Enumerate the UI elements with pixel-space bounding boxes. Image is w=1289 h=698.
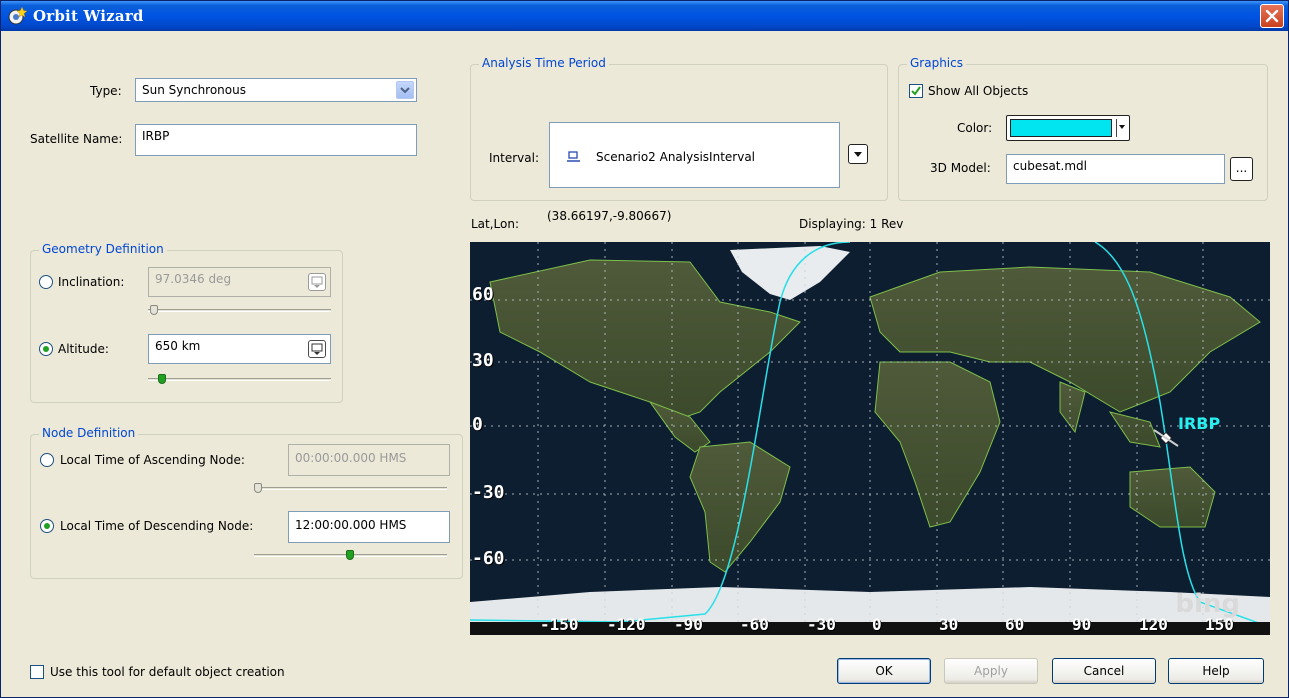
world-map (470, 242, 1270, 635)
type-label: Type: (90, 84, 122, 98)
lon-label-30: 30 (939, 615, 959, 634)
interval-icon (567, 151, 580, 162)
interval-label: Interval: (489, 151, 539, 165)
displaying-label: Displaying: 1 Rev (799, 217, 904, 231)
show-all-objects-checkbox[interactable] (909, 84, 923, 98)
lat-label-0: 0 (472, 414, 483, 435)
ascending-slider-track[interactable] (254, 487, 447, 490)
descending-node-radio[interactable] (40, 519, 54, 533)
apply-button[interactable]: Apply (944, 658, 1038, 684)
descending-node-value: 12:00:00.000 HMS (295, 518, 407, 532)
inclination-slider-thumb[interactable] (150, 305, 158, 315)
lon-label-minus150: -150 (540, 615, 579, 634)
altitude-slider-track[interactable] (148, 378, 331, 381)
inclination-input[interactable]: 97.0346 deg (148, 267, 331, 297)
geometry-definition-title: Geometry Definition (39, 242, 167, 256)
browse-model-button[interactable]: ... (1230, 157, 1253, 181)
color-dropdown-button[interactable] (1116, 119, 1127, 137)
altitude-value: 650 km (155, 339, 201, 353)
inclination-slider-track[interactable] (148, 309, 331, 312)
default-creation-checkbox[interactable] (30, 665, 44, 679)
3d-model-input[interactable]: cubesat.mdl (1006, 154, 1225, 184)
browse-button-label: ... (1235, 161, 1248, 175)
lat-label-minus30: -30 (472, 482, 505, 503)
cancel-button[interactable]: Cancel (1052, 658, 1156, 684)
color-label: Color: (957, 121, 993, 135)
descending-node-label: Local Time of Descending Node: (60, 519, 254, 533)
latlon-value: (38.66197,-9.80667) (547, 209, 672, 223)
checkmark-icon (911, 86, 921, 96)
ground-track-map[interactable]: 60 30 0 -30 -60 -150 -120 -90 -60 -30 0 … (470, 242, 1270, 635)
descending-slider-thumb[interactable] (346, 550, 354, 560)
descending-node-input[interactable]: 12:00:00.000 HMS (288, 511, 450, 543)
interval-dropdown-button[interactable] (848, 144, 868, 164)
bing-logo: bing (1175, 589, 1240, 619)
lon-label-minus90: -90 (674, 615, 703, 634)
lon-label-60: 60 (1005, 615, 1025, 634)
interval-value: Scenario2 AnalysisInterval (596, 150, 756, 164)
node-definition-title: Node Definition (39, 426, 139, 440)
ascending-slider-thumb[interactable] (254, 483, 262, 493)
inclination-radio[interactable] (39, 275, 53, 289)
graphics-title: Graphics (907, 56, 966, 70)
color-picker[interactable] (1006, 115, 1130, 141)
chevron-down-icon (400, 87, 410, 94)
altitude-picker-button[interactable] (308, 340, 326, 358)
satellite-name-label: Satellite Name: (30, 132, 123, 146)
calculator-icon (311, 343, 323, 355)
ascending-node-radio[interactable] (40, 453, 54, 467)
lat-label-minus60: -60 (472, 548, 505, 569)
ok-button[interactable]: OK (837, 658, 931, 684)
title-bar: Orbit Wizard (1, 1, 1288, 31)
wizard-icon (8, 6, 27, 25)
inclination-picker-button[interactable] (308, 273, 326, 291)
close-icon (1265, 9, 1279, 23)
help-button[interactable]: Help (1168, 658, 1264, 684)
lon-label-minus30: -30 (807, 615, 836, 634)
3d-model-label: 3D Model: (930, 161, 991, 175)
latlon-label: Lat,Lon: (471, 217, 520, 231)
altitude-label: Altitude: (58, 342, 109, 356)
satellite-name-map-label: IRBP (1178, 414, 1221, 433)
lon-label-120: 120 (1139, 615, 1168, 634)
lon-label-minus120: -120 (607, 615, 646, 634)
3d-model-value: cubesat.mdl (1013, 159, 1087, 173)
default-creation-label: Use this tool for default object creatio… (50, 665, 285, 679)
satellite-name-value: IRBP (142, 129, 170, 143)
lat-label-60: 60 (472, 284, 494, 305)
altitude-radio[interactable] (39, 342, 53, 356)
lon-label-90: 90 (1072, 615, 1092, 634)
triangle-down-icon (854, 152, 862, 157)
show-all-objects-label: Show All Objects (928, 84, 1029, 98)
type-value: Sun Synchronous (142, 83, 246, 97)
ascending-node-label: Local Time of Ascending Node: (60, 453, 245, 467)
inclination-value: 97.0346 deg (155, 272, 232, 286)
analysis-time-period-title: Analysis Time Period (479, 56, 609, 70)
window-title: Orbit Wizard (33, 7, 144, 25)
inclination-label: Inclination: (58, 275, 125, 289)
lon-label-0: 0 (872, 615, 882, 634)
ascending-node-input[interactable]: 00:00:00.000 HMS (288, 444, 450, 476)
lon-label-minus60: -60 (740, 615, 769, 634)
lat-label-30: 30 (472, 350, 494, 371)
triangle-down-icon (1119, 125, 1125, 129)
interval-display[interactable]: Scenario2 AnalysisInterval (549, 122, 840, 188)
type-dropdown-button[interactable] (396, 81, 414, 99)
close-button[interactable] (1260, 4, 1284, 28)
color-swatch (1010, 119, 1112, 137)
altitude-slider-thumb[interactable] (158, 374, 166, 384)
ascending-node-value: 00:00:00.000 HMS (295, 451, 407, 465)
satellite-name-input[interactable]: IRBP (135, 124, 417, 156)
altitude-input[interactable]: 650 km (148, 334, 331, 364)
calculator-icon (311, 276, 323, 288)
type-select[interactable]: Sun Synchronous (135, 78, 417, 102)
orbit-wizard-window: Orbit Wizard Type: Sun Synchronous Satel… (0, 0, 1289, 698)
